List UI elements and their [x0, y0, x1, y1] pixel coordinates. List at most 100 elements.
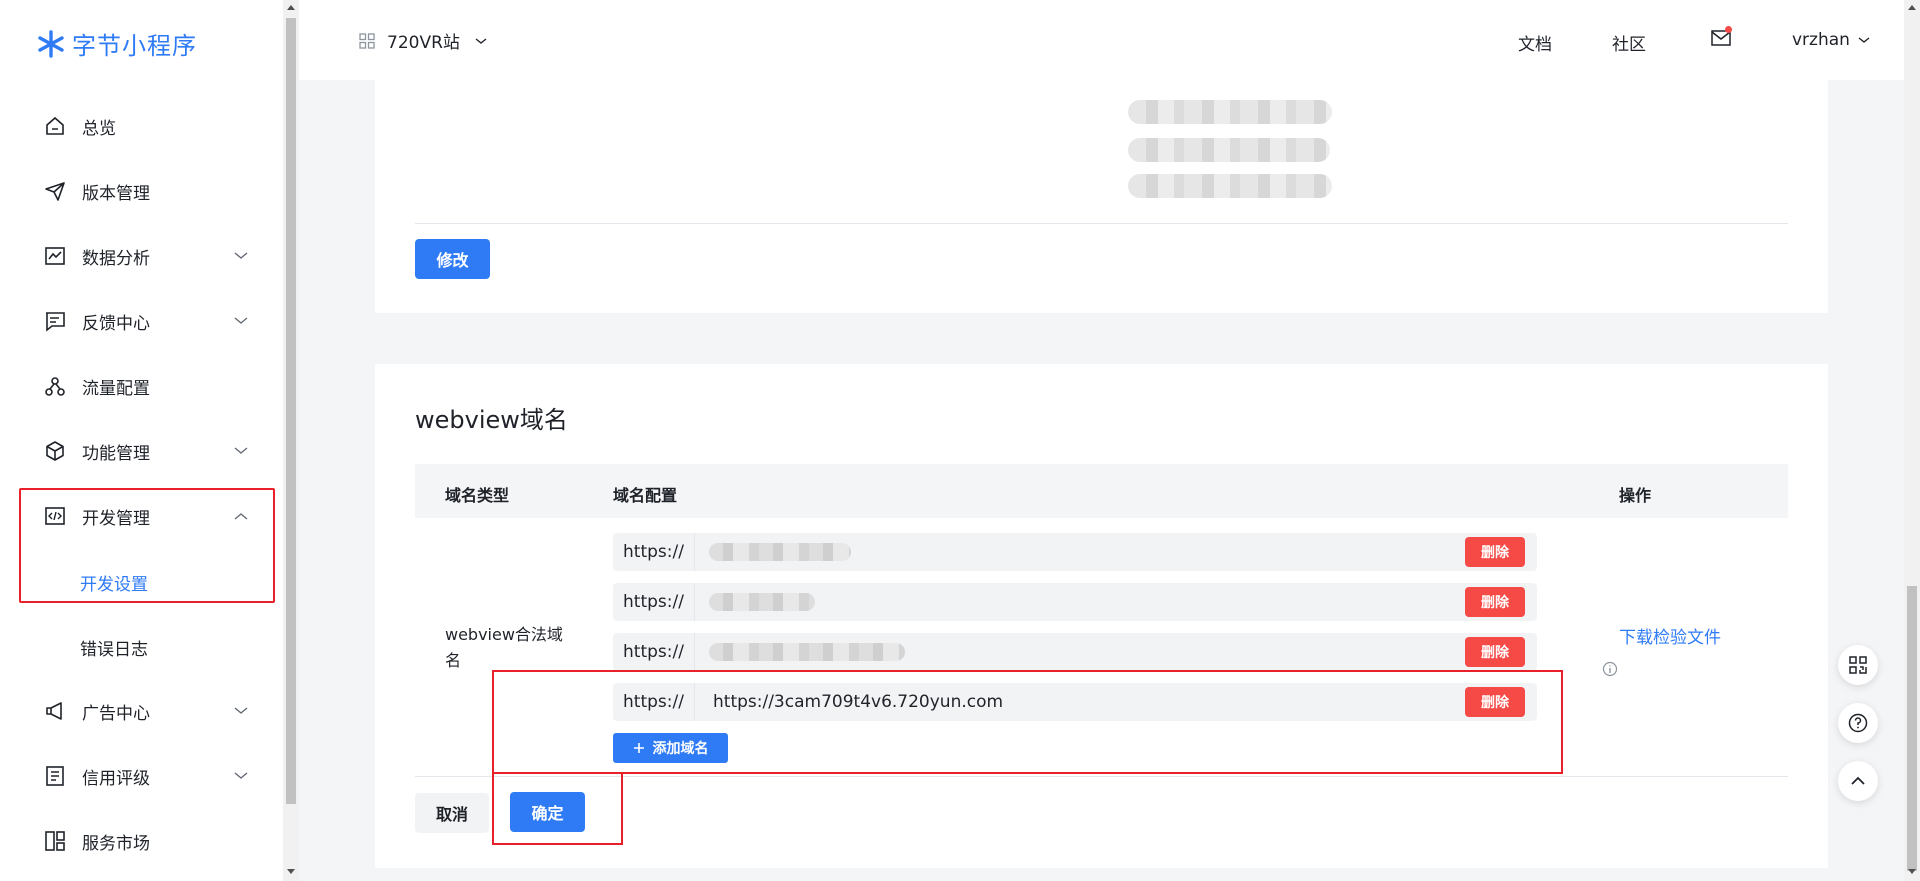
megaphone-icon: [46, 702, 62, 720]
delete-domain-button[interactable]: 删除: [1465, 687, 1525, 717]
sidebar-item-label: 功能管理: [82, 443, 150, 464]
sidebar-item-market[interactable]: 服务市场: [0, 821, 283, 861]
sidebar-item-label: 数据分析: [82, 248, 150, 269]
app-name: 720VR站: [387, 33, 460, 53]
chevron-down-icon: [234, 707, 248, 714]
domain-input[interactable]: https://3cam709t4v6.720yun.com: [713, 692, 1003, 712]
back-to-top-button[interactable]: [1838, 761, 1878, 801]
help-icon: [1848, 713, 1868, 733]
delete-domain-button[interactable]: 删除: [1465, 537, 1525, 567]
sidebar-item-features[interactable]: 功能管理: [0, 431, 283, 471]
add-domain-button[interactable]: 添加域名: [613, 733, 728, 763]
sidebar-item-label: 信用评级: [82, 768, 150, 789]
sidebar: 字节小程序 总览 版本管理 数据分析 反馈中心 流量配置 功能管理 开发管理 开…: [0, 0, 283, 881]
blurred-text: [1128, 138, 1330, 162]
sidebar-item-overview[interactable]: 总览: [0, 106, 283, 146]
blurred-text: [1128, 174, 1332, 198]
docs-link[interactable]: 文档: [1518, 30, 1552, 55]
section-title: webview域名: [415, 406, 568, 434]
blurred-domain: [709, 543, 851, 561]
confirm-button[interactable]: 确定: [510, 792, 585, 832]
scroll-down-arrow-icon[interactable]: [287, 869, 295, 874]
column-header-type: 域名类型: [445, 486, 510, 505]
domain-prefix: https://: [613, 633, 695, 671]
sidebar-item-label: 服务市场: [82, 833, 150, 854]
scroll-up-arrow-icon[interactable]: [1908, 5, 1916, 10]
sidebar-scrollbar-thumb[interactable]: [286, 18, 296, 804]
brand-icon: [38, 29, 64, 58]
plus-icon: [633, 743, 644, 753]
sidebar-item-credit[interactable]: 信用评级: [0, 756, 283, 796]
settings-card-top: [375, 80, 1828, 313]
column-header-config: 域名配置: [613, 486, 678, 505]
sidebar-item-analytics[interactable]: 数据分析: [0, 236, 283, 276]
cancel-button[interactable]: 取消: [415, 793, 489, 833]
blurred-domain: [709, 593, 815, 611]
list-icon: [46, 766, 64, 786]
chevron-down-icon: [234, 317, 248, 324]
sidebar-item-label: 版本管理: [82, 183, 150, 204]
chevron-up-icon: [1851, 776, 1865, 785]
chevron-down-icon: [234, 772, 248, 779]
domain-input-row[interactable]: https:// 删除: [613, 533, 1537, 571]
column-header-ops: 操作: [1619, 486, 1652, 505]
chevron-down-icon: [475, 37, 487, 44]
notification-dot: [1725, 26, 1732, 33]
sidebar-item-dev-management[interactable]: 开发管理: [0, 496, 283, 536]
add-domain-label: 添加域名: [652, 741, 709, 757]
divider: [415, 223, 1788, 224]
sidebar-item-ads[interactable]: 广告中心: [0, 691, 283, 731]
domain-prefix: https://: [613, 533, 695, 571]
code-icon: [45, 507, 65, 525]
chevron-down-icon: [234, 252, 248, 259]
home-icon: [46, 116, 64, 135]
delete-domain-button[interactable]: 删除: [1465, 637, 1525, 667]
delete-domain-button[interactable]: 删除: [1465, 587, 1525, 617]
scroll-down-arrow-icon[interactable]: [1908, 869, 1916, 874]
sidebar-item-label: 广告中心: [82, 703, 150, 724]
brand-logo[interactable]: 字节小程序: [36, 26, 197, 61]
feedback-icon: [46, 312, 65, 332]
sidebar-item-version[interactable]: 版本管理: [0, 171, 283, 211]
scroll-up-arrow-icon[interactable]: [287, 5, 295, 10]
sidebar-subitem-dev-settings[interactable]: 开发设置: [80, 570, 148, 595]
sidebar-item-label: 总览: [82, 118, 116, 139]
sidebar-item-label: 反馈中心: [82, 313, 150, 334]
qrcode-icon: [1849, 656, 1867, 674]
divider: [415, 776, 1788, 777]
username: vrzhan: [1792, 30, 1850, 50]
user-menu[interactable]: vrzhan: [1792, 30, 1870, 50]
send-icon: [45, 182, 65, 201]
help-button[interactable]: [1838, 703, 1878, 743]
page-scrollbar-thumb[interactable]: [1907, 586, 1917, 871]
chevron-down-icon: [1858, 37, 1870, 43]
community-link[interactable]: 社区: [1612, 30, 1646, 55]
blurred-domain: [709, 643, 905, 661]
sidebar-subitem-error-log[interactable]: 错误日志: [80, 635, 148, 660]
chevron-down-icon: [234, 447, 248, 454]
grid-icon: [45, 831, 65, 851]
cube-icon: [46, 441, 64, 461]
flow-icon: [45, 377, 65, 396]
sidebar-item-label: 流量配置: [82, 378, 150, 399]
row-label-domain-type: webview合法域名: [445, 625, 563, 670]
app-switcher[interactable]: 720VR站: [359, 28, 488, 53]
app-grid-icon: [359, 32, 375, 49]
domain-input-row[interactable]: https:// 删除: [613, 583, 1537, 621]
domain-input-row[interactable]: https:// 删除: [613, 633, 1537, 671]
blurred-text: [1128, 100, 1332, 124]
download-verify-file-link[interactable]: 下载检验文件: [1619, 623, 1721, 648]
brand-name: 字节小程序: [72, 32, 197, 60]
domain-prefix: https://: [613, 583, 695, 621]
domain-prefix: https://: [613, 683, 695, 721]
modify-button[interactable]: 修改: [415, 239, 490, 279]
chevron-up-icon: [234, 513, 248, 520]
sidebar-item-label: 开发管理: [82, 508, 150, 529]
qrcode-button[interactable]: [1838, 645, 1878, 685]
sidebar-item-traffic[interactable]: 流量配置: [0, 366, 283, 406]
sidebar-item-feedback[interactable]: 反馈中心: [0, 301, 283, 341]
chart-icon: [45, 247, 65, 265]
domain-input-row[interactable]: https:// https://3cam709t4v6.720yun.com …: [613, 683, 1537, 721]
info-icon[interactable]: [1602, 661, 1618, 677]
top-header: 720VR站 文档 社区 vrzhan: [299, 0, 1904, 80]
